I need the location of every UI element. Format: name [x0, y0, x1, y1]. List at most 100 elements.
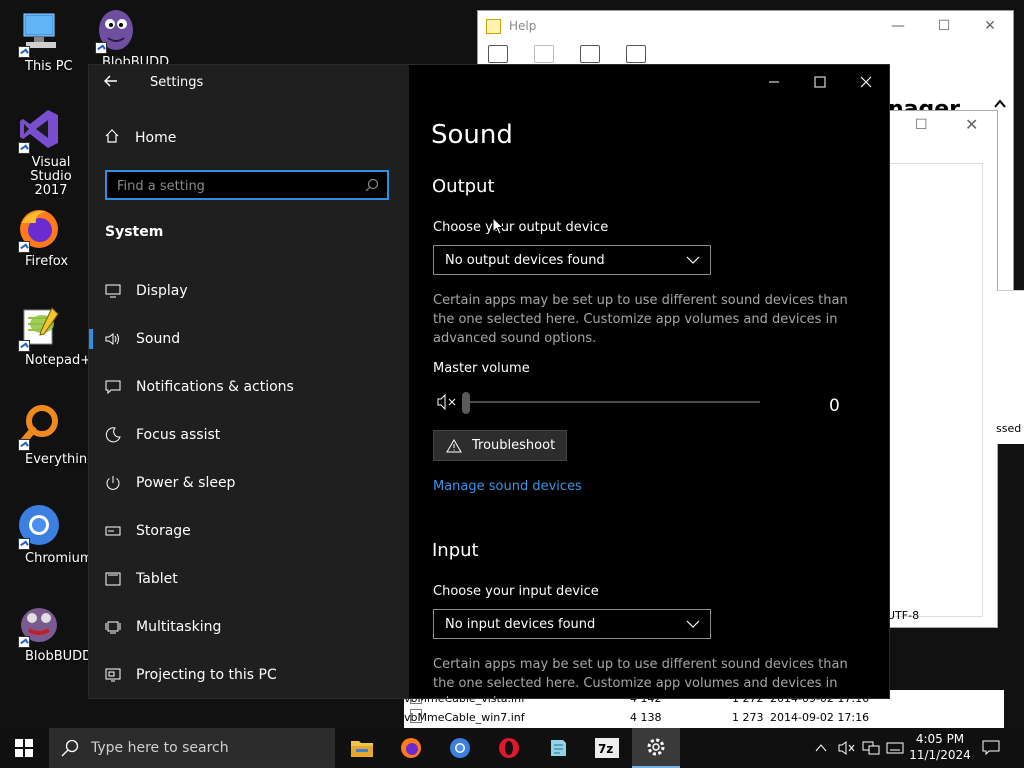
sidebar-item-label: Storage — [136, 523, 191, 539]
minimize-icon — [769, 81, 779, 83]
maximize-button[interactable] — [797, 65, 843, 99]
settings-window[interactable]: Settings Home System Display Sound Notif… — [88, 64, 890, 699]
print-icon[interactable] — [580, 45, 600, 63]
secondary-window[interactable]: ☐ ✕ UTF-8 — [880, 110, 998, 628]
settings-titlebar[interactable]: Settings — [89, 65, 409, 99]
sidebar-item-power-sleep[interactable]: Power & sleep — [89, 463, 409, 503]
taskbar-search-box[interactable]: Type here to search — [49, 728, 335, 768]
volume-thumb[interactable] — [462, 392, 470, 414]
table-row[interactable]: vbMmeCable_win7.inf 4 138 1 273 2014-09-… — [404, 709, 1004, 727]
chevron-down-icon — [686, 256, 700, 264]
computer-icon — [16, 10, 62, 58]
keyboard-icon[interactable] — [886, 740, 904, 756]
page-title: Sound — [431, 120, 513, 150]
system-tray — [814, 728, 904, 768]
clock[interactable]: 4:05 PM 11/1/2024 — [905, 731, 975, 763]
desktop-icon-firefox[interactable]: Firefox — [1, 205, 77, 269]
sidebar-item-storage[interactable]: Storage — [89, 511, 409, 551]
app-title: Settings — [150, 75, 204, 90]
master-volume-label: Master volume — [433, 361, 530, 376]
input-device-label: Choose your input device — [433, 584, 599, 599]
minimize-button[interactable] — [751, 65, 797, 99]
background-window-strip — [996, 290, 1024, 415]
gear-icon — [647, 738, 665, 756]
taskbar-7zip[interactable]: 7z — [583, 728, 631, 768]
sidebar-item-multitasking[interactable]: Multitasking — [89, 607, 409, 647]
speaker-icon — [105, 331, 121, 347]
search-input[interactable] — [115, 176, 369, 196]
taskbar: Type here to search 7z 4:05 PM 11/1/2024 — [0, 728, 1024, 768]
taskbar-opera[interactable] — [485, 728, 533, 768]
master-volume-slider[interactable]: 0 — [433, 391, 853, 416]
output-device-dropdown[interactable]: No output devices found — [433, 245, 711, 275]
taskbar-notepad[interactable] — [534, 728, 582, 768]
taskbar-chromium[interactable] — [436, 728, 484, 768]
volume-track[interactable] — [462, 392, 760, 414]
manage-sound-devices-link[interactable]: Manage sound devices — [433, 479, 582, 494]
sidebar-item-projecting[interactable]: Projecting to this PC — [89, 655, 409, 695]
output-device-label: Choose your output device — [433, 220, 609, 235]
sidebar-item-label: Display — [136, 283, 188, 299]
speaker-muted-icon[interactable] — [838, 740, 856, 756]
search-icon[interactable] — [365, 178, 379, 192]
home-label: Home — [135, 130, 177, 146]
close-button[interactable] — [843, 65, 889, 99]
sidebar-item-display[interactable]: Display — [89, 271, 409, 311]
sidebar-item-notifications[interactable]: Notifications & actions — [89, 367, 409, 407]
taskbar-file-explorer[interactable] — [338, 728, 386, 768]
notepad-icon — [551, 740, 566, 756]
desktop-icon-this-pc[interactable]: This PC — [1, 10, 77, 74]
chromium-icon — [450, 738, 470, 758]
back-arrow-icon[interactable] — [534, 45, 554, 63]
troubleshoot-label: Troubleshoot — [472, 438, 556, 453]
contents-icon[interactable] — [488, 45, 508, 63]
desktop-icon-blobbuddy[interactable]: BlobBUDDY — [1, 600, 99, 664]
notification-icon — [105, 379, 121, 395]
svg-text:7z: 7z — [598, 742, 613, 756]
help-close-button[interactable]: ✕ — [967, 11, 1013, 41]
input-description: Certain apps may be set up to use differ… — [433, 657, 848, 698]
options-icon[interactable] — [626, 45, 646, 63]
help-title: Help — [509, 19, 537, 33]
speaker-muted-icon[interactable] — [437, 393, 457, 411]
mouse-cursor-icon — [492, 217, 504, 235]
network-icon[interactable] — [862, 740, 880, 756]
notepadpp-icon — [16, 304, 62, 352]
settings-search-box[interactable] — [105, 170, 389, 200]
sidebar-item-label: Focus assist — [136, 427, 221, 443]
desktop-icon-blobbudd[interactable]: BlobBUDD — [78, 6, 169, 70]
desktop-icon-visual-studio[interactable]: Visual Studio 2017 — [1, 106, 77, 198]
back-button[interactable] — [103, 73, 119, 93]
help-app-icon — [486, 18, 501, 34]
desktop-icon-everything[interactable]: Everything — [1, 403, 95, 467]
desktop-icon-notepadpp[interactable]: Notepad++ — [1, 304, 102, 368]
sidebar-item-focus-assist[interactable]: Focus assist — [89, 415, 409, 455]
clock-date: 11/1/2024 — [909, 748, 971, 762]
home-icon — [105, 129, 119, 147]
sidebar-item-sound[interactable]: Sound — [89, 319, 409, 359]
input-device-dropdown[interactable]: No input devices found — [433, 609, 711, 639]
start-button[interactable] — [0, 728, 48, 768]
sidebar-item-label: Tablet — [136, 571, 178, 587]
help-minimize-button[interactable]: — — [875, 11, 921, 41]
back-arrow-icon — [104, 75, 117, 87]
sidebar-item-label: Power & sleep — [136, 475, 236, 491]
troubleshoot-button[interactable]: Troubleshoot — [433, 430, 567, 461]
chevron-up-icon[interactable] — [814, 741, 828, 755]
desktop-icon-chromium[interactable]: Chromium — [1, 502, 93, 566]
multitasking-icon — [105, 619, 121, 635]
scroll-up-icon[interactable] — [993, 97, 1007, 111]
chevron-down-icon — [686, 620, 700, 628]
storage-icon — [105, 523, 121, 539]
chromium-icon — [16, 502, 62, 550]
close-icon — [860, 76, 872, 88]
sound-settings-page: Sound Output Choose your output device N… — [409, 65, 889, 698]
help-maximize-button[interactable]: ☐ — [921, 11, 967, 41]
taskbar-settings[interactable] — [632, 728, 680, 768]
home-nav-item[interactable]: Home — [105, 129, 176, 147]
secondary-maximize-button[interactable]: ☐ — [915, 117, 928, 133]
action-center-button[interactable] — [982, 728, 1000, 768]
taskbar-firefox[interactable] — [387, 728, 435, 768]
secondary-close-button[interactable]: ✕ — [965, 115, 978, 134]
sidebar-item-tablet[interactable]: Tablet — [89, 559, 409, 599]
